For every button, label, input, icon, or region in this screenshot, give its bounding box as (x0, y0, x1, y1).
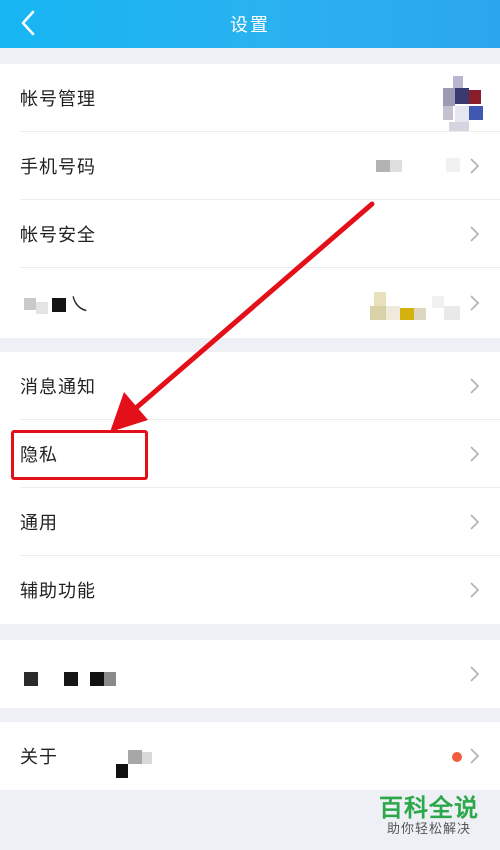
phone-value-redacted (376, 158, 466, 174)
row-label: 帐号安全 (20, 225, 96, 246)
settings-group-account: 帐号管理 手机号码 帐号安全 乀 (0, 64, 500, 338)
settings-group-about: 关于 (0, 722, 500, 790)
row-about[interactable]: 关于 (0, 722, 500, 790)
chevron-right-icon (470, 378, 480, 394)
watermark-logo: 百科全说 助你轻松解决 (370, 788, 488, 840)
row-label: 手机号码 (20, 157, 96, 178)
version-redacted (112, 750, 162, 782)
redacted-label (24, 670, 124, 686)
avatar (443, 76, 483, 136)
chevron-right-icon (470, 748, 480, 764)
title-bar: 设置 (0, 0, 500, 48)
row-account-security[interactable]: 帐号安全 (0, 200, 500, 268)
redacted-value (370, 292, 466, 322)
watermark-subtitle: 助你轻松解决 (386, 822, 471, 837)
chevron-right-icon (470, 226, 480, 242)
row-general[interactable]: 通用 (0, 488, 500, 556)
row-label: 关于 (20, 747, 58, 768)
update-badge (452, 752, 462, 762)
row-label: 通用 (20, 513, 58, 534)
row-redacted-item[interactable] (0, 640, 500, 708)
chevron-right-icon (470, 158, 480, 174)
settings-group-general: 消息通知 隐私 通用 辅助功能 (0, 352, 500, 624)
row-label: 帐号管理 (20, 89, 96, 110)
row-notifications[interactable]: 消息通知 (0, 352, 500, 420)
chevron-right-icon (470, 582, 480, 598)
row-label: 消息通知 (20, 377, 96, 398)
chevron-right-icon (470, 295, 480, 311)
row-accessibility[interactable]: 辅助功能 (0, 556, 500, 624)
page-title: 设置 (230, 15, 270, 36)
chevron-right-icon (470, 514, 480, 530)
chevron-right-icon (470, 666, 480, 682)
row-redacted-setting[interactable]: 乀 (0, 268, 500, 338)
redacted-label (24, 292, 68, 316)
row-label: 辅助功能 (20, 581, 96, 602)
highlight-box (11, 430, 148, 480)
row-account-management[interactable]: 帐号管理 (0, 64, 500, 132)
row-phone-number[interactable]: 手机号码 (0, 132, 500, 200)
row-label-suffix: 乀 (70, 294, 89, 315)
settings-group-other (0, 640, 500, 708)
chevron-right-icon (470, 446, 480, 462)
